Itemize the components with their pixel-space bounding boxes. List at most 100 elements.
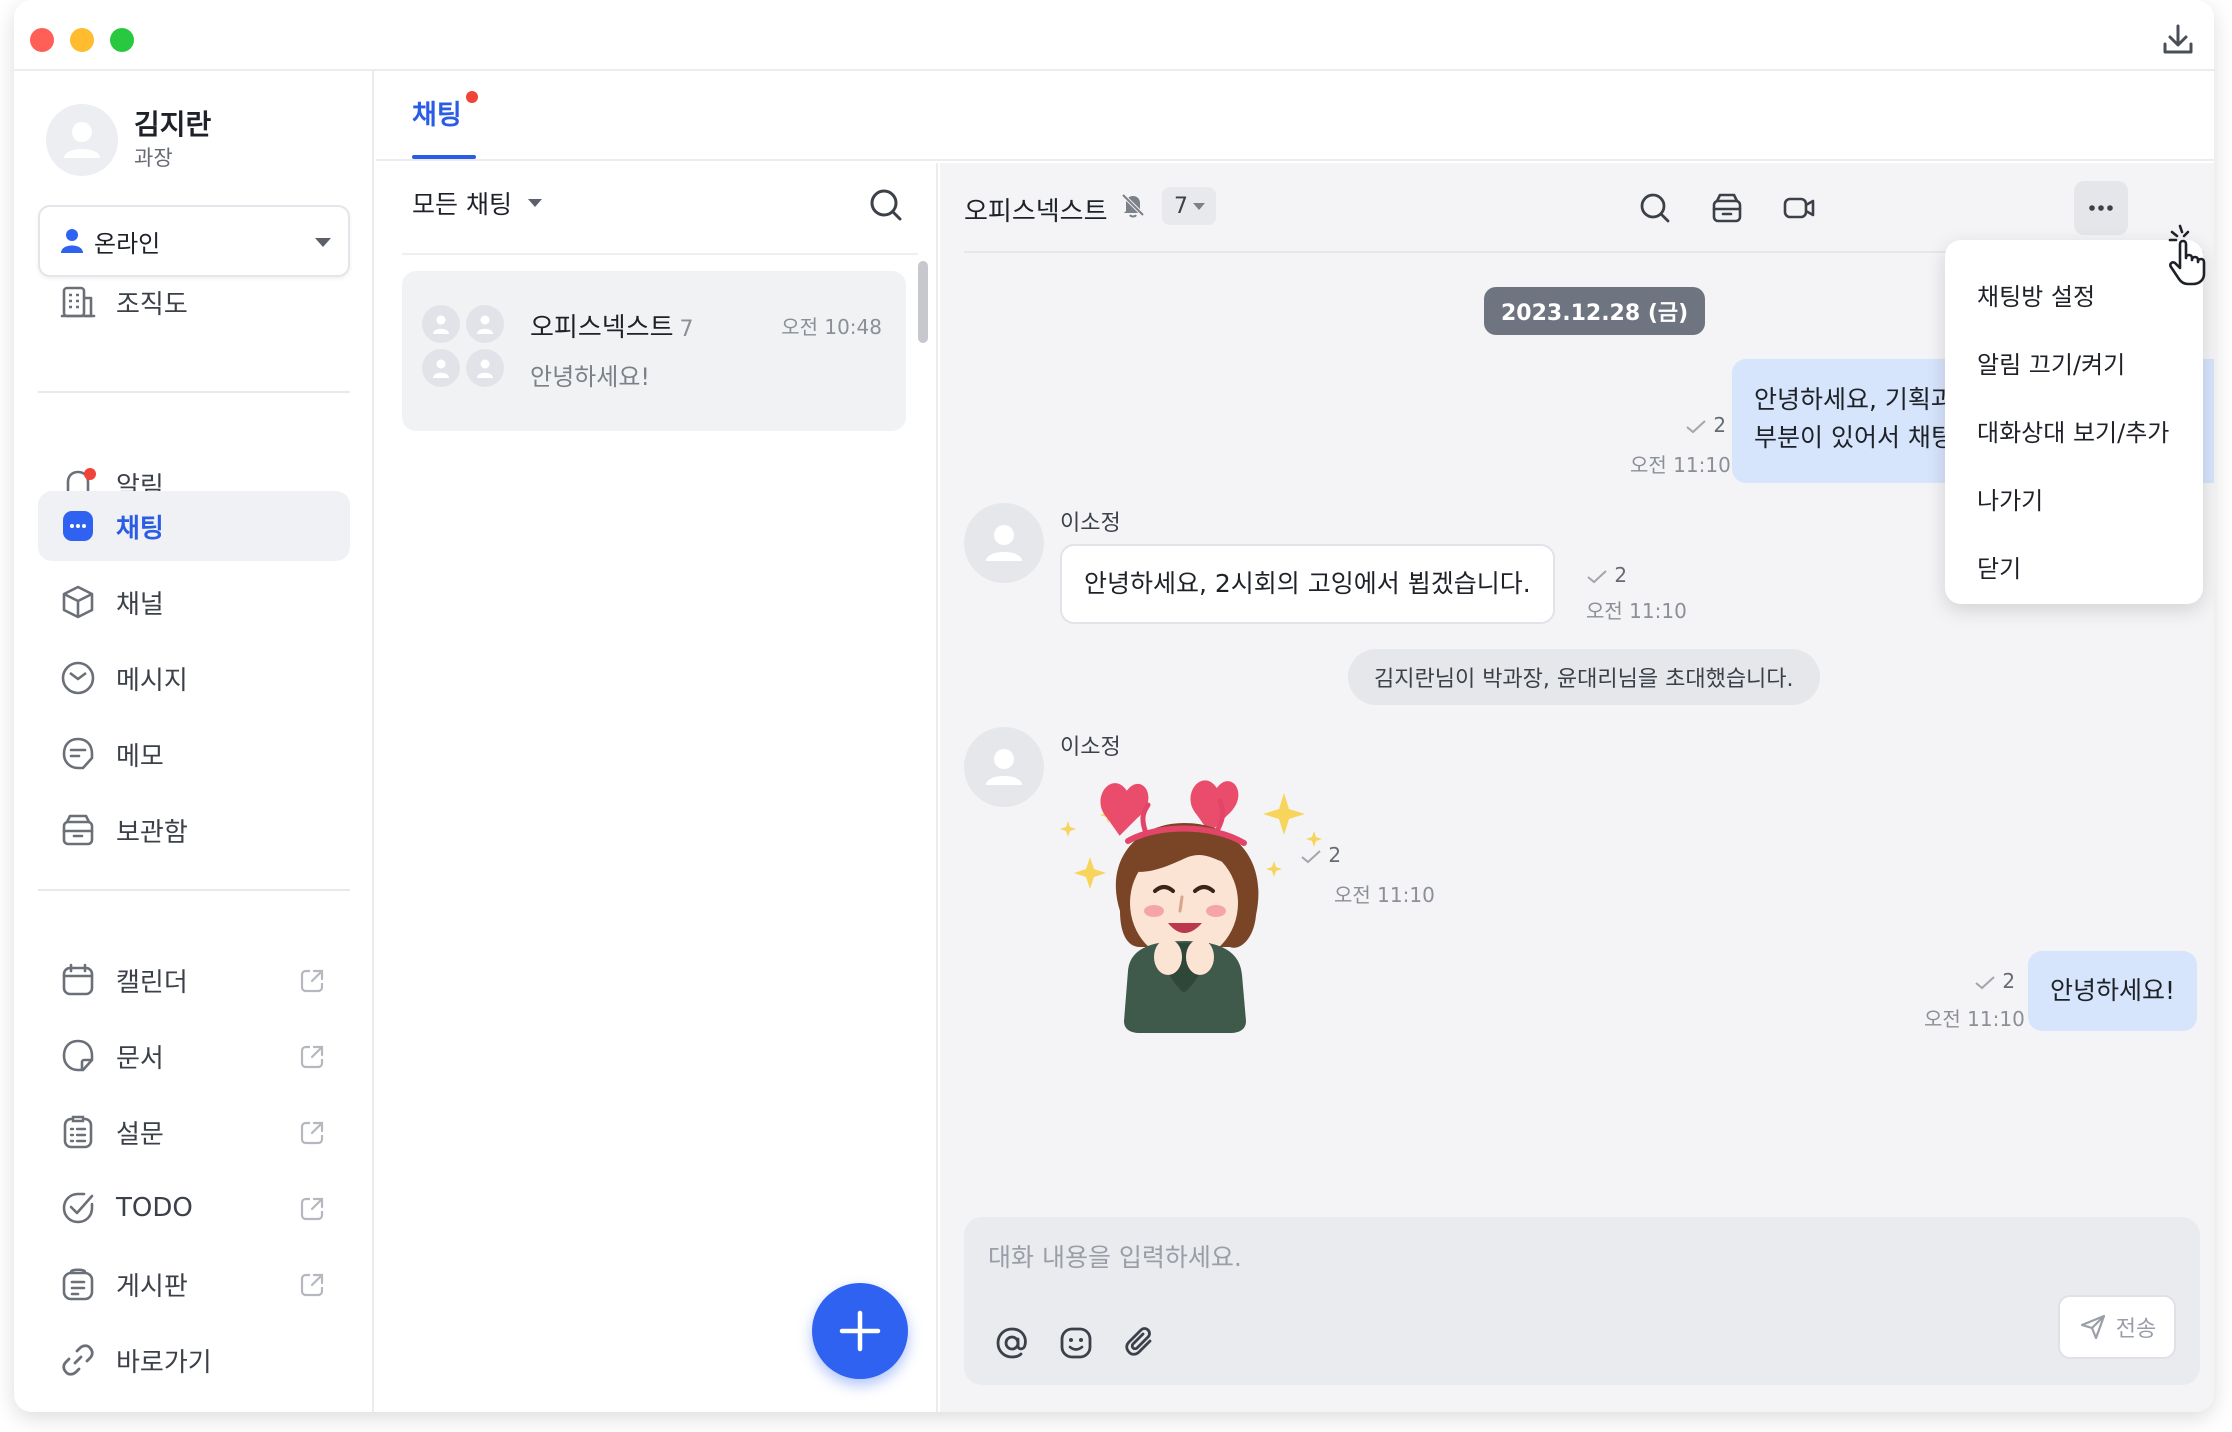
sidebar-item-label: 게시판 [116, 1271, 188, 1302]
menu-item-leave[interactable]: 나가기 [1945, 466, 2203, 530]
paper-plane-icon [2080, 1314, 2105, 1340]
sidebar-item-label: 바로가기 [116, 1347, 212, 1378]
unread-dot [84, 468, 96, 480]
sidebar: 김지란 과장 온라인 조직도 알림 채팅 채널 메시지 메모 보관함 캘린더 문… [14, 71, 374, 1412]
chat-search-button[interactable] [866, 185, 906, 229]
sidebar-item-shortcut[interactable]: 바로가기 [38, 1325, 350, 1395]
message-composer: 전송 [964, 1217, 2200, 1385]
message-text: 안녕하세요, 2시회의 고잉에서 뵙겠습니다. [1084, 569, 1531, 598]
conversation-search-button[interactable] [1628, 181, 1682, 235]
sender-avatar[interactable] [964, 503, 1044, 583]
last-message-time: 오전 10:48 [781, 315, 882, 339]
check-icon [1975, 975, 1995, 989]
archive-icon [1712, 193, 1742, 223]
hand-cursor-icon [2168, 224, 2206, 286]
download-icon [2163, 24, 2193, 54]
sidebar-item-label: 메시지 [116, 665, 188, 696]
smile-icon [1060, 1327, 1092, 1359]
menu-item-toggle-notifications[interactable]: 알림 끄기/켜기 [1945, 330, 2203, 394]
mention-button[interactable] [992, 1323, 1032, 1363]
minimize-window-button[interactable] [70, 28, 94, 52]
more-options-button[interactable] [2074, 181, 2128, 235]
chat-list-scrollbar[interactable] [918, 261, 928, 343]
new-chat-button[interactable] [812, 1283, 908, 1379]
attach-file-button[interactable] [1120, 1323, 1160, 1363]
group-avatar [422, 305, 508, 391]
menu-item-close[interactable]: 닫기 [1945, 534, 2203, 598]
chat-filter-dropdown[interactable]: 모든 채팅 [412, 185, 552, 221]
profile-card[interactable]: 김지란 과장 [46, 103, 211, 177]
paperclip-icon [1125, 1327, 1152, 1356]
read-count: 2 [1328, 843, 1342, 867]
chat-list-item[interactable]: 오피스넥스트 7 오전 10:48 안녕하세요! [402, 271, 906, 431]
conversation-title: 오피스넥스트 [964, 197, 1108, 227]
message-time: 오전 11:10 [1334, 883, 1435, 907]
message-time: 오전 11:10 [1630, 453, 1731, 477]
at-sign-icon [996, 1327, 1027, 1359]
sidebar-item-document[interactable]: 문서 [38, 1021, 350, 1091]
sidebar-item-todo[interactable]: TODO [38, 1173, 350, 1243]
read-count: 2 [2002, 969, 2016, 993]
sender-avatar[interactable] [964, 727, 1044, 807]
system-message: 김지란님이 박과장, 윤대리님을 초대했습니다. [1348, 649, 1820, 705]
sidebar-item-memo[interactable]: 메모 [38, 719, 350, 789]
plus-icon [839, 1310, 881, 1352]
sidebar-item-calendar[interactable]: 캘린더 [38, 945, 350, 1015]
message-bubble[interactable]: 안녕하세요! [2028, 951, 2198, 1031]
avatar [46, 104, 118, 176]
archive-button[interactable] [1700, 181, 1754, 235]
sidebar-item-label: 보관함 [116, 817, 188, 848]
check-icon [1587, 569, 1607, 583]
sidebar-item-message[interactable]: 메시지 [38, 643, 350, 713]
survey-icon [63, 1115, 93, 1149]
maximize-window-button[interactable] [110, 28, 134, 52]
sidebar-item-archive[interactable]: 보관함 [38, 795, 350, 865]
app-window: 김지란 과장 온라인 조직도 알림 채팅 채널 메시지 메모 보관함 캘린더 문… [14, 0, 2214, 1412]
download-button[interactable] [2158, 20, 2198, 60]
sidebar-item-survey[interactable]: 설문 [38, 1097, 350, 1167]
menu-item-view-add-members[interactable]: 대화상대 보기/추가 [1945, 398, 2203, 462]
sidebar-item-chat[interactable]: 채팅 [38, 491, 350, 561]
chat-list-pane: 모든 채팅 오피스넥스트 7 오전 10:48 안녕하세요! [376, 163, 938, 1412]
cube-icon [62, 585, 94, 619]
member-count-dropdown[interactable]: 7 [1162, 187, 1216, 225]
sidebar-item-org-chart[interactable]: 조직도 [38, 267, 350, 337]
read-receipt: 2 [1300, 843, 1341, 867]
sidebar-item-channel[interactable]: 채널 [38, 567, 350, 637]
send-button[interactable]: 전송 [2058, 1295, 2176, 1359]
link-icon [62, 1344, 94, 1376]
caret-down-icon [1193, 203, 1205, 210]
sidebar-divider [38, 391, 350, 393]
status-label: 온라인 [94, 229, 161, 258]
message-time: 오전 11:10 [1924, 1007, 2025, 1031]
check-icon [1301, 849, 1321, 863]
org-chart-icon [60, 286, 96, 318]
external-link-icon [300, 1273, 324, 1297]
more-horizontal-icon [2089, 205, 2113, 211]
mail-icon [61, 661, 95, 695]
close-window-button[interactable] [30, 28, 54, 52]
emoji-button[interactable] [1056, 1323, 1096, 1363]
send-label: 전송 [2115, 1317, 2157, 1342]
read-receipt: 2 [1685, 413, 1726, 437]
sidebar-item-label: 메모 [116, 741, 164, 772]
profile-title: 과장 [134, 146, 173, 170]
message-bubble[interactable]: 안녕하세요, 2시회의 고잉에서 뵙겠습니다. [1060, 544, 1555, 624]
read-count: 2 [1713, 413, 1727, 437]
sidebar-item-label: 문서 [116, 1043, 164, 1074]
sidebar-item-board[interactable]: 게시판 [38, 1249, 350, 1319]
list-divider [402, 253, 918, 255]
member-count: 7 [679, 317, 694, 342]
check-icon [1686, 419, 1706, 433]
message-input[interactable] [988, 1235, 1888, 1279]
tab-chat[interactable]: 채팅 [412, 93, 462, 132]
message-text: 안녕하세요! [2050, 976, 2176, 1005]
unread-dot [466, 91, 478, 103]
sidebar-item-label: 설문 [116, 1119, 164, 1150]
caret-down-icon [315, 238, 331, 247]
bell-off-icon [1121, 193, 1145, 218]
board-icon [62, 1268, 94, 1301]
sticker-girl-hearts[interactable] [1060, 771, 1340, 1035]
person-icon [64, 122, 100, 158]
video-call-button[interactable] [1772, 181, 1826, 235]
